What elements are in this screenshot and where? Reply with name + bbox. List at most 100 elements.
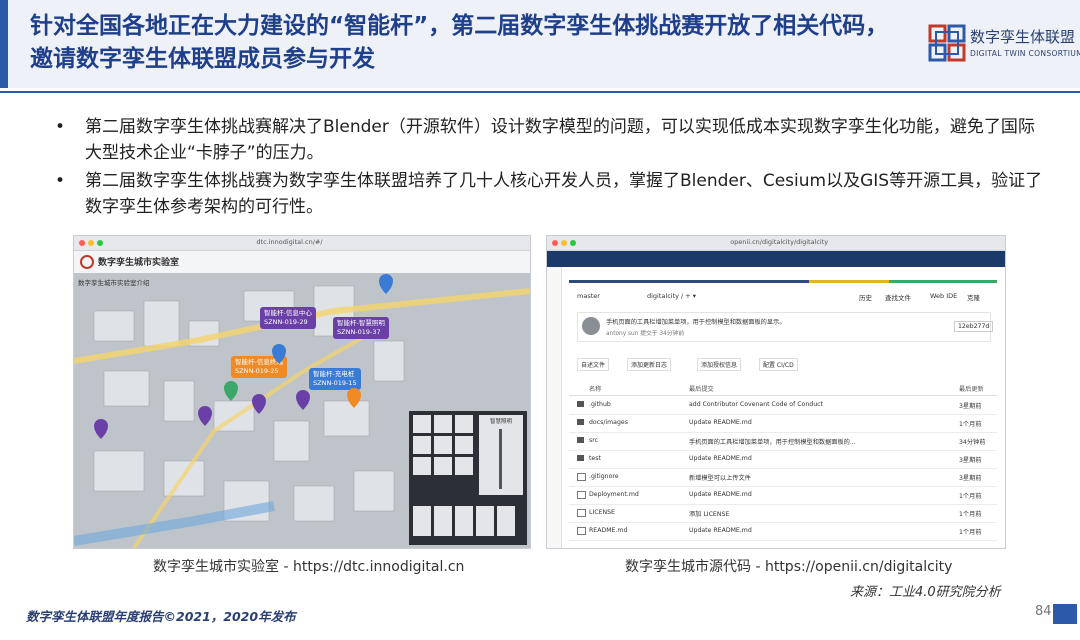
bullet-marker: •	[55, 171, 66, 191]
table-row[interactable]: Deployment.md Update README.md 1个月前	[569, 486, 997, 505]
city-lab-screenshot: dtc.innodigital.cn/#/ 数字孪生城市实验室 数字孪生城市实验…	[73, 235, 531, 549]
last-commit-box: 手机页面的工具栏增加菜单项，用于控制模型和数据面板的显示。 antony sun…	[577, 312, 994, 342]
commit-message[interactable]: 手机页面的工具栏增加菜单项，用于控制模型和数据面板的显示。	[606, 317, 785, 326]
commit-hash[interactable]: 12eb277d	[954, 321, 994, 332]
file-name[interactable]: README.md	[589, 527, 627, 534]
file-updated: 34分钟前	[959, 439, 986, 446]
model-thumbnail[interactable]	[434, 436, 452, 454]
page-number: 84	[1035, 604, 1052, 619]
table-row[interactable]: README.md Update README.md 1个月前	[569, 522, 997, 541]
model-thumbnail[interactable]	[455, 415, 473, 433]
file-table-header: 名称 最后提交 最后更新	[569, 381, 997, 396]
readme-action[interactable]: 自述文件	[577, 358, 610, 371]
file-name[interactable]: .github	[589, 401, 611, 408]
file-name[interactable]: LICENSE	[589, 509, 615, 516]
file-name[interactable]: test	[589, 455, 601, 462]
file-updated: 3星期前	[959, 475, 982, 482]
web-ide-button[interactable]: Web IDE	[930, 292, 957, 300]
model-thumbnail[interactable]	[455, 506, 473, 536]
repo-path: digitalcity / + ▾	[647, 292, 697, 300]
header-accent-bar	[0, 0, 8, 88]
language-bar	[569, 280, 809, 283]
address-bar: openii.cn/digitalcity/digitalcity	[730, 238, 829, 246]
folder-icon	[577, 437, 584, 443]
changelog-action[interactable]: 添加更新日志	[627, 358, 672, 371]
model-thumbnail[interactable]	[413, 415, 431, 433]
file-commit: add Contributor Covenant Code of Conduct	[689, 401, 823, 408]
history-button[interactable]: 历史	[859, 292, 872, 302]
right-caption: 数字孪生城市源代码 - https://openii.cn/digitalcit…	[625, 559, 953, 575]
browser-toolbar: openii.cn/digitalcity/digitalcity	[547, 236, 1005, 251]
model-thumbnail[interactable]	[413, 436, 431, 454]
footer-accent	[1053, 604, 1077, 624]
bullet-item: • 第二届数字孪生体挑战赛解决了Blender（开源软件）设计数字模型的问题，可…	[55, 114, 1045, 166]
model-thumbnail[interactable]	[434, 415, 452, 433]
model-thumbnail[interactable]	[455, 436, 473, 454]
file-updated: 1个月前	[959, 511, 982, 518]
file-icon	[577, 527, 586, 535]
clone-button[interactable]: 克隆	[967, 292, 980, 302]
file-commit: Update README.md	[689, 455, 752, 462]
table-row[interactable]: .github add Contributor Covenant Code of …	[569, 396, 997, 415]
model-thumbnail[interactable]	[497, 506, 515, 536]
model-thumbnail[interactable]	[455, 457, 473, 475]
file-commit: 添加 LICENSE	[689, 511, 730, 518]
avatar	[582, 317, 600, 335]
file-name[interactable]: src	[589, 437, 598, 444]
model-thumbnail[interactable]	[476, 506, 494, 536]
logo-mark-icon	[928, 24, 966, 62]
branch-selector[interactable]: master	[577, 292, 600, 300]
table-row[interactable]: docs/images Update README.md 1个月前	[569, 414, 997, 433]
address-bar: dtc.innodigital.cn/#/	[256, 238, 323, 246]
consortium-logo: 数字孪生体联盟 DIGITAL TWIN CONSORTIUM	[928, 20, 1080, 68]
table-row[interactable]: test Update README.md 3星期前	[569, 450, 997, 469]
cicd-action[interactable]: 配置 CI/CD	[759, 358, 798, 371]
bullet-text: 第二届数字孪生体挑战赛解决了Blender（开源软件）设计数字模型的问题，可以实…	[85, 117, 1035, 163]
table-row[interactable]: .gitignore 新增模型可以上传文件 3星期前	[569, 468, 997, 487]
close-dot-icon	[552, 240, 558, 246]
folder-icon	[577, 419, 584, 425]
file-name[interactable]: docs/images	[589, 419, 628, 426]
source-code-screenshot: openii.cn/digitalcity/digitalcity master…	[546, 235, 1006, 549]
zoom-dot-icon	[570, 240, 576, 246]
file-commit: Update README.md	[689, 491, 752, 498]
minimize-dot-icon	[561, 240, 567, 246]
model-thumbnail[interactable]	[413, 506, 431, 536]
logo-english-name: DIGITAL TWIN CONSORTIUM	[970, 49, 1080, 58]
logo-chinese-name: 数字孪生体联盟	[970, 28, 1076, 46]
bullet-list: • 第二届数字孪生体挑战赛解决了Blender（开源软件）设计数字模型的问题，可…	[55, 114, 1045, 222]
bullet-item: • 第二届数字孪生体挑战赛为数字孪生体联盟培养了几十人核心开发人员，掌握了Ble…	[55, 168, 1045, 220]
model-thumbnail[interactable]	[434, 457, 452, 475]
file-name[interactable]: Deployment.md	[589, 491, 639, 498]
pole-preview-title: 智慧照明	[489, 419, 512, 425]
col-name: 名称	[589, 386, 602, 393]
find-file-button[interactable]: 查找文件	[885, 292, 911, 302]
model-thumbnail[interactable]	[434, 506, 452, 536]
file-commit: 手机页面的工具栏增加菜单项，用于控制模型和数据面板的...	[689, 439, 856, 446]
file-updated: 3星期前	[959, 403, 982, 410]
file-updated: 3星期前	[959, 457, 982, 464]
bullet-text: 第二届数字孪生体挑战赛为数字孪生体联盟培养了几十人核心开发人员，掌握了Blend…	[85, 171, 1043, 217]
table-row[interactable]: src 手机页面的工具栏增加菜单项，用于控制模型和数据面板的... 34分钟前	[569, 432, 997, 451]
file-name[interactable]: .gitignore	[589, 473, 619, 480]
folder-icon	[577, 401, 584, 407]
file-commit: 新增模型可以上传文件	[689, 475, 751, 482]
file-commit: Update README.md	[689, 419, 752, 426]
col-last-commit: 最后提交	[689, 386, 714, 393]
commit-author: antony sun 提交于 34分钟前	[606, 331, 685, 337]
folder-icon	[577, 455, 584, 461]
file-updated: 1个月前	[959, 421, 982, 428]
source-note: 来源：工业4.0研究院分析	[850, 585, 1001, 600]
license-action[interactable]: 添加授权信息	[697, 358, 742, 371]
browser-toolbar: dtc.innodigital.cn/#/	[74, 236, 530, 251]
map-pin-icon	[94, 274, 393, 439]
file-updated: 1个月前	[959, 529, 982, 536]
file-icon	[577, 509, 586, 517]
repo-navbar	[547, 251, 1005, 267]
slide-header: 针对全国各地正在大力建设的“智能杆”，第二届数字孪生体挑战赛开放了相关代码，邀请…	[0, 0, 1080, 88]
slide-title: 针对全国各地正在大力建设的“智能杆”，第二届数字孪生体挑战赛开放了相关代码，邀请…	[30, 13, 889, 72]
window-controls	[552, 240, 579, 248]
table-row[interactable]: LICENSE 添加 LICENSE 1个月前	[569, 504, 997, 523]
model-thumbnail[interactable]	[413, 457, 431, 475]
bullet-marker: •	[55, 117, 66, 137]
